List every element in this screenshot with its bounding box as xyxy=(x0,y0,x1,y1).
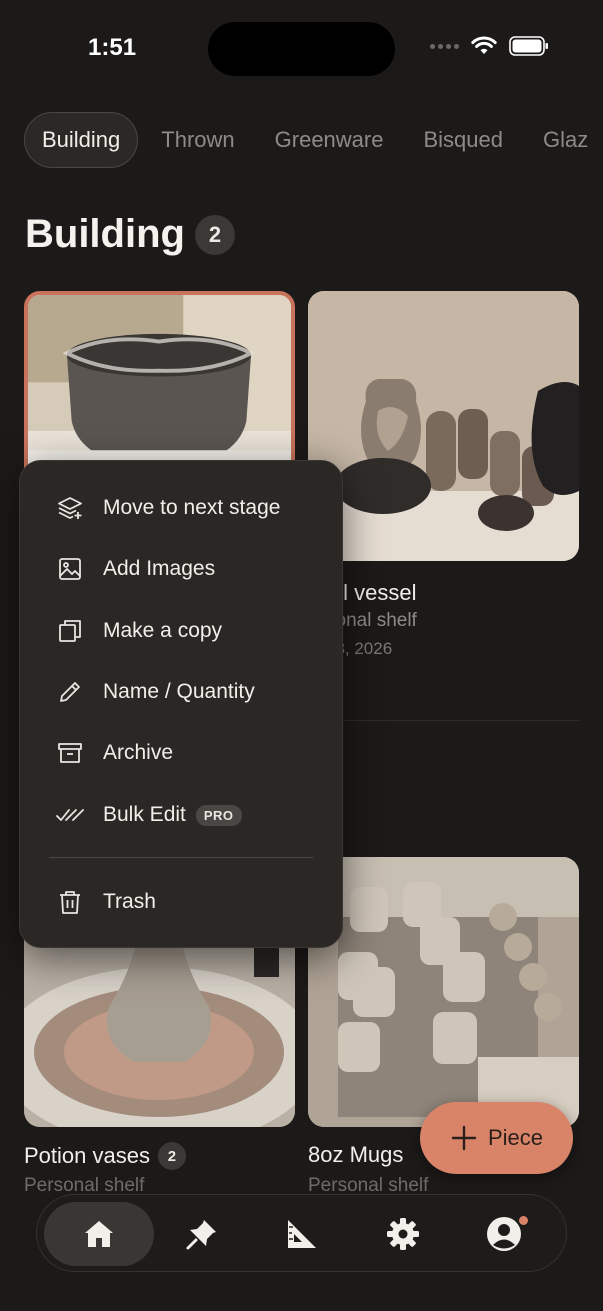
add-piece-label: Piece xyxy=(487,1125,544,1150)
piece-photo xyxy=(308,291,579,561)
archive-icon xyxy=(56,739,84,767)
image-icon xyxy=(56,555,84,583)
double-check-icon xyxy=(56,801,84,829)
menu-item-bulk-edit[interactable]: Bulk Edit PRO xyxy=(20,791,342,839)
layers-icon xyxy=(56,494,84,522)
section-divider xyxy=(308,720,579,721)
nav-home[interactable] xyxy=(44,1202,154,1266)
menu-item-label: Bulk Edit xyxy=(103,803,186,826)
count-badge: 2 xyxy=(194,214,235,255)
pro-badge: PRO xyxy=(195,804,242,826)
wifi-icon xyxy=(471,36,497,54)
status-icons xyxy=(430,36,549,56)
quantity-badge: 2 xyxy=(157,1142,186,1170)
dynamic-island xyxy=(208,22,395,76)
menu-item-trash[interactable]: Trash xyxy=(20,878,342,926)
menu-item-label: Archive xyxy=(103,741,174,764)
bottom-nav xyxy=(36,1194,567,1272)
tab-bisqued[interactable]: Bisqued xyxy=(406,113,520,167)
menu-divider xyxy=(49,857,313,858)
menu-item-label: Trash xyxy=(103,890,156,913)
nav-pinned[interactable] xyxy=(147,1202,257,1266)
piece-title-row: Potion vases 2 xyxy=(24,1142,186,1170)
cellular-signal-icon xyxy=(430,43,459,49)
tab-building[interactable]: Building xyxy=(24,112,139,168)
nav-settings[interactable] xyxy=(348,1202,458,1266)
page-title: Building xyxy=(25,212,185,256)
menu-item-label: Name / Quantity xyxy=(103,680,255,703)
battery-icon xyxy=(509,36,548,56)
tab-greenware[interactable]: Greenware xyxy=(258,113,401,167)
nav-profile[interactable] xyxy=(449,1202,559,1266)
stage-tabs: Building Thrown Greenware Bisqued Glaz xyxy=(24,112,603,168)
menu-item-name-quantity[interactable]: Name / Quantity xyxy=(20,668,342,716)
profile-icon xyxy=(487,1217,521,1251)
menu-item-label: Make a copy xyxy=(103,619,223,642)
piece-title: 8oz Mugs xyxy=(308,1142,404,1167)
home-icon xyxy=(85,1221,113,1247)
menu-item-label: Add Images xyxy=(103,557,216,580)
nav-tools[interactable] xyxy=(247,1202,357,1266)
gear-icon xyxy=(387,1218,419,1250)
tab-thrown[interactable]: Thrown xyxy=(144,113,251,167)
pencil-icon xyxy=(56,678,84,706)
piece-photo xyxy=(308,857,579,1127)
trash-icon xyxy=(56,888,84,916)
context-menu: Move to next stage Add Images Make a cop… xyxy=(19,460,343,948)
ruler-triangle-icon xyxy=(288,1220,316,1248)
menu-item-label: Move to next stage xyxy=(103,496,281,519)
pin-icon xyxy=(186,1220,216,1250)
status-time: 1:51 xyxy=(88,34,137,61)
menu-item-make-copy[interactable]: Make a copy xyxy=(20,607,342,655)
copy-icon xyxy=(56,617,84,645)
menu-item-move-next-stage[interactable]: Move to next stage xyxy=(20,484,342,532)
add-piece-button[interactable]: Piece xyxy=(420,1102,573,1174)
menu-item-add-images[interactable]: Add Images xyxy=(20,545,342,593)
notification-dot xyxy=(519,1216,528,1225)
menu-item-archive[interactable]: Archive xyxy=(20,729,342,777)
piece-title: Potion vases xyxy=(24,1143,150,1168)
plus-icon xyxy=(451,1125,477,1151)
piece-card-mugs[interactable] xyxy=(308,857,579,1127)
piece-card-vessel[interactable] xyxy=(308,291,579,561)
tab-glazed[interactable]: Glaz xyxy=(526,113,603,167)
section-heading: Building 2 xyxy=(25,212,235,257)
